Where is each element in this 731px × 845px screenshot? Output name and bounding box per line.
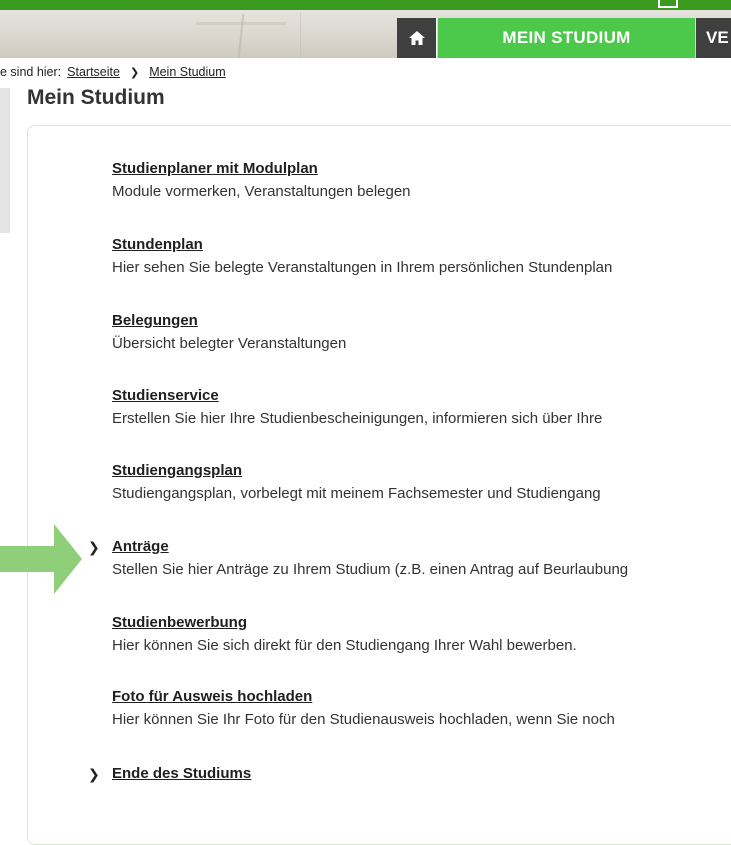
menu-item-description: Module vormerken, Veranstaltungen belege… <box>112 183 411 200</box>
menu-item-ende-des-studiums: Ende des Studiums <box>112 764 251 784</box>
chevron-right-icon[interactable]: ❯ <box>88 537 100 557</box>
banner-decoration <box>237 14 245 58</box>
menu-item-stundenplan: Stundenplan Hier sehen Sie belegte Veran… <box>112 235 612 279</box>
menu-item-link[interactable]: Studiengangsplan <box>112 461 601 481</box>
menu-item-belegungen: Belegungen Übersicht belegter Veranstalt… <box>112 311 346 355</box>
user-icon[interactable] <box>658 0 678 8</box>
home-button[interactable] <box>397 18 437 58</box>
menu-item-studienplaner: Studienplaner mit Modulplan Module vorme… <box>112 159 411 203</box>
breadcrumb-link-mein-studium[interactable]: Mein Studium <box>149 65 225 79</box>
page-title: Mein Studium <box>27 86 165 109</box>
home-icon <box>408 31 425 45</box>
nav-tab-mein-studium[interactable]: MEIN STUDIUM <box>438 18 695 58</box>
chevron-right-icon[interactable]: ❯ <box>88 764 100 784</box>
green-arrow-icon <box>0 524 82 594</box>
menu-item-description: Hier können Sie Ihr Foto für den Studien… <box>112 711 615 728</box>
menu-item-description: Stellen Sie hier Anträge zu Ihrem Studiu… <box>112 561 629 578</box>
nav-tab-next[interactable]: VE <box>696 18 731 58</box>
header-top-line <box>0 0 731 10</box>
menu-item-description: Hier können Sie sich direkt für den Stud… <box>112 637 577 654</box>
menu-item-studienbewerbung: Studienbewerbung Hier können Sie sich di… <box>112 613 577 657</box>
menu-item-foto-hochladen: Foto für Ausweis hochladen Hier können S… <box>112 687 615 731</box>
menu-item-studiengangsplan: Studiengangsplan Studiengangsplan, vorbe… <box>112 461 601 505</box>
menu-item-link[interactable]: Stundenplan <box>112 235 612 255</box>
menu-item-antraege: Anträge Stellen Sie hier Anträge zu Ihre… <box>112 537 628 581</box>
left-panel-edge <box>0 88 10 233</box>
nav-tab-label: VE <box>706 28 729 47</box>
menu-item-link[interactable]: Ende des Studiums <box>112 764 251 784</box>
banner-decoration <box>300 12 301 58</box>
menu-item-link[interactable]: Belegungen <box>112 311 346 331</box>
chevron-right-icon: ❯ <box>129 66 140 79</box>
menu-item-description: Erstellen Sie hier Ihre Studienbescheini… <box>112 410 603 427</box>
nav-tab-label: MEIN STUDIUM <box>502 28 631 47</box>
breadcrumb-prefix: e sind hier: <box>0 65 62 79</box>
breadcrumb-link-startseite[interactable]: Startseite <box>67 65 120 79</box>
menu-item-link[interactable]: Foto für Ausweis hochladen <box>112 687 615 707</box>
menu-item-link[interactable]: Anträge <box>112 537 628 557</box>
header-banner: MEIN STUDIUM VE <box>0 0 731 58</box>
menu-item-description: Studiengangsplan, vorbelegt mit meinem F… <box>112 485 601 502</box>
menu-item-studienservice: Studienservice Erstellen Sie hier Ihre S… <box>112 386 602 430</box>
menu-item-link[interactable]: Studienbewerbung <box>112 613 577 633</box>
menu-item-description: Übersicht belegter Veranstaltungen <box>112 335 347 352</box>
menu-item-link[interactable]: Studienplaner mit Modulplan <box>112 159 411 179</box>
menu-item-link[interactable]: Studienservice <box>112 386 602 406</box>
breadcrumb: e sind hier: Startseite ❯ Mein Studium <box>0 63 226 81</box>
banner-decoration <box>196 22 286 25</box>
menu-item-description: Hier sehen Sie belegte Veranstaltungen i… <box>112 259 613 276</box>
